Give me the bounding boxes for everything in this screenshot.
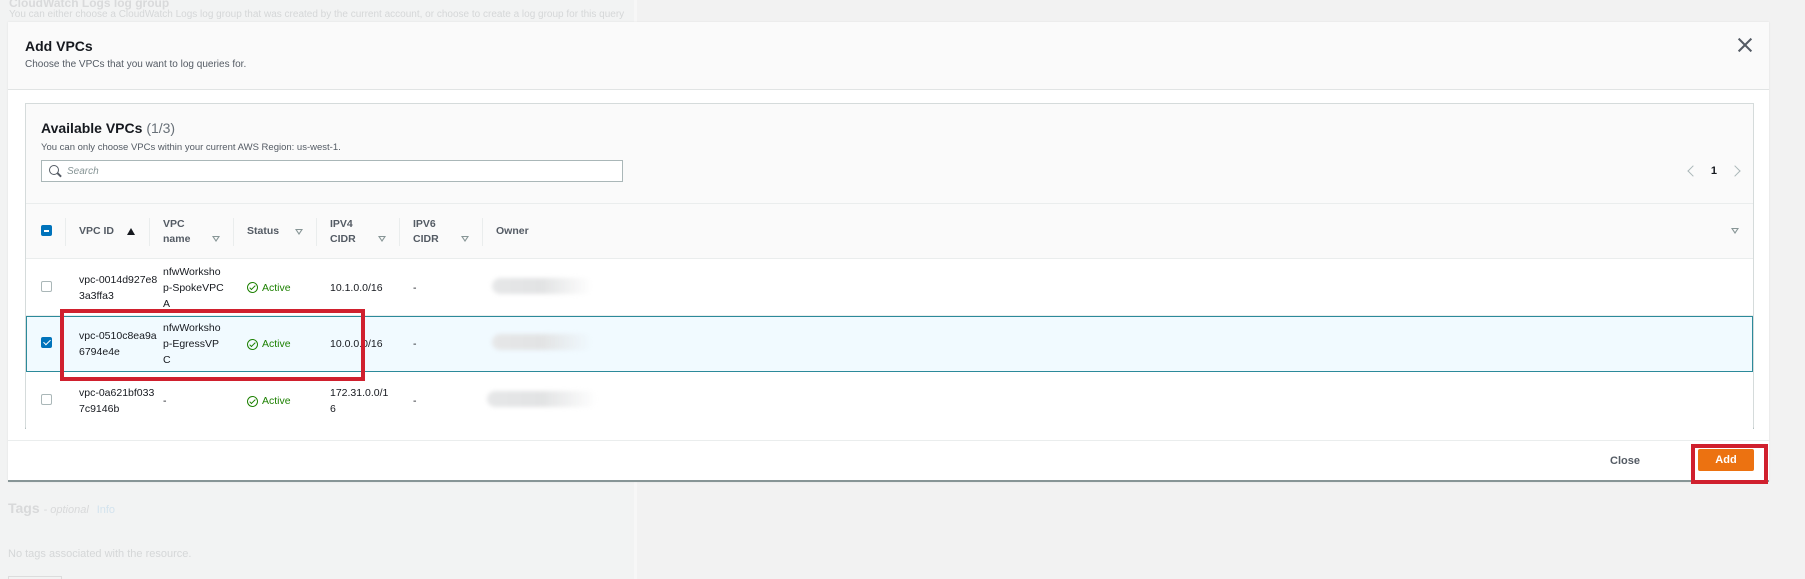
cell-status: Active bbox=[247, 373, 291, 429]
cell-owner-redacted bbox=[487, 391, 597, 407]
add-button[interactable]: Add bbox=[1698, 449, 1754, 471]
column-label: VPC name bbox=[163, 217, 191, 245]
cell-owner-redacted bbox=[492, 334, 592, 350]
cell-ipv6-cidr: - bbox=[413, 395, 417, 407]
sort-icon bbox=[378, 236, 386, 242]
table-title-text: Available VPCs bbox=[41, 120, 143, 136]
column-vpc-name[interactable]: VPC name bbox=[149, 204, 233, 259]
status-success-icon bbox=[247, 395, 258, 407]
row-checkbox[interactable] bbox=[41, 281, 52, 292]
bg-no-tags: No tags associated with the resource. bbox=[8, 548, 192, 560]
add-vpcs-modal: Add VPCs Choose the VPCs that you want t… bbox=[8, 22, 1769, 482]
table-description: You can only choose VPCs within your cur… bbox=[41, 142, 341, 153]
cell-owner-redacted bbox=[492, 278, 592, 294]
close-icon[interactable] bbox=[1737, 37, 1753, 53]
sort-icon bbox=[295, 229, 303, 235]
column-label: IPV4 CIDR bbox=[330, 217, 356, 245]
available-vpcs-table: Available VPCs (1/3) You can only choose… bbox=[25, 103, 1754, 429]
cell-ipv6-cidr: - bbox=[413, 281, 417, 294]
table-column-headers: VPC ID VPC name Status IPV4 CIDR IPV6 CI bbox=[26, 204, 1753, 259]
column-separator bbox=[149, 218, 150, 246]
status-success-icon bbox=[247, 282, 258, 293]
column-ipv4-cidr[interactable]: IPV4 CIDR bbox=[316, 204, 400, 259]
cell-ipv6-cidr: - bbox=[413, 338, 417, 350]
selection-count: (1/3) bbox=[146, 120, 176, 136]
sort-icon bbox=[461, 236, 469, 242]
table-row[interactable]: vpc-0a621bf0337c9146b - Active 172.31.0.… bbox=[26, 373, 1753, 429]
column-vpc-id[interactable]: VPC ID bbox=[65, 204, 149, 259]
bg-tags-info-link: Info bbox=[96, 504, 116, 516]
bg-section-desc: You can either choose a CloudWatch Logs … bbox=[9, 9, 625, 20]
select-all-checkbox[interactable] bbox=[41, 225, 52, 236]
bg-tags-title: Tags bbox=[8, 500, 40, 516]
column-label: Owner bbox=[496, 225, 529, 237]
column-status[interactable]: Status bbox=[233, 204, 317, 259]
row-checkbox[interactable] bbox=[41, 394, 52, 405]
column-separator bbox=[482, 218, 483, 246]
cell-status: Active bbox=[247, 260, 291, 315]
sort-ascending-icon bbox=[127, 228, 135, 235]
column-ipv6-cidr[interactable]: IPV6 CIDR bbox=[399, 204, 483, 259]
chevron-right-icon[interactable] bbox=[1729, 165, 1741, 177]
column-label: VPC ID bbox=[79, 225, 115, 237]
bg-tags-heading: Tags - optional Info bbox=[8, 500, 115, 516]
cell-vpc-name: nfwWorkshop-SpokeVPCA bbox=[163, 265, 224, 310]
table-title: Available VPCs (1/3) bbox=[41, 120, 175, 136]
column-label: Status bbox=[247, 225, 280, 237]
search-field[interactable] bbox=[41, 160, 623, 182]
modal-description: Choose the VPCs that you want to log que… bbox=[25, 59, 247, 70]
column-separator bbox=[65, 218, 66, 246]
cell-ipv4-cidr: 10.0.0.0/16 bbox=[330, 338, 383, 350]
search-icon bbox=[49, 165, 59, 175]
page-number[interactable]: 1 bbox=[1711, 165, 1717, 177]
cell-vpc-id: vpc-0a621bf0337c9146b bbox=[79, 387, 155, 415]
status-success-icon bbox=[247, 338, 258, 350]
cell-vpc-name: nfwWorkshop-EgressVPC bbox=[163, 322, 221, 366]
column-separator bbox=[233, 218, 234, 246]
sort-icon bbox=[212, 236, 220, 242]
modal-footer: Close Add bbox=[8, 440, 1769, 480]
cell-vpc-id: vpc-0510c8ea9a6794e4e bbox=[79, 330, 157, 358]
table-row[interactable]: vpc-0014d927e83a3ffa3 nfwWorkshop-SpokeV… bbox=[26, 260, 1753, 316]
column-separator bbox=[316, 218, 317, 246]
column-separator bbox=[399, 218, 400, 246]
table-header-section: Available VPCs (1/3) You can only choose… bbox=[26, 104, 1753, 204]
row-checkbox[interactable] bbox=[41, 337, 52, 348]
modal-title: Add VPCs bbox=[25, 38, 93, 54]
column-label: IPV6 CIDR bbox=[413, 217, 439, 245]
cell-ipv4-cidr: 172.31.0.0/16 bbox=[330, 387, 389, 415]
status-text: Active bbox=[262, 281, 291, 294]
cell-status: Active bbox=[247, 317, 291, 371]
table-row-selected[interactable]: vpc-0510c8ea9a6794e4e nfwWorkshop-Egress… bbox=[26, 316, 1753, 372]
cell-ipv4-cidr: 10.1.0.0/16 bbox=[330, 281, 383, 294]
bg-tags-optional: - optional bbox=[43, 504, 89, 516]
modal-header: Add VPCs Choose the VPCs that you want t… bbox=[8, 22, 1769, 90]
cell-vpc-name: - bbox=[163, 395, 167, 407]
column-owner[interactable]: Owner bbox=[482, 204, 1752, 259]
search-input[interactable] bbox=[67, 163, 607, 179]
status-text: Active bbox=[262, 338, 291, 350]
pagination: 1 bbox=[1687, 161, 1741, 181]
cell-vpc-id: vpc-0014d927e83a3ffa3 bbox=[79, 273, 158, 302]
close-button[interactable]: Close bbox=[1604, 451, 1646, 471]
chevron-left-icon[interactable] bbox=[1687, 165, 1699, 177]
column-settings-icon[interactable] bbox=[1731, 228, 1739, 234]
status-text: Active bbox=[262, 395, 291, 407]
